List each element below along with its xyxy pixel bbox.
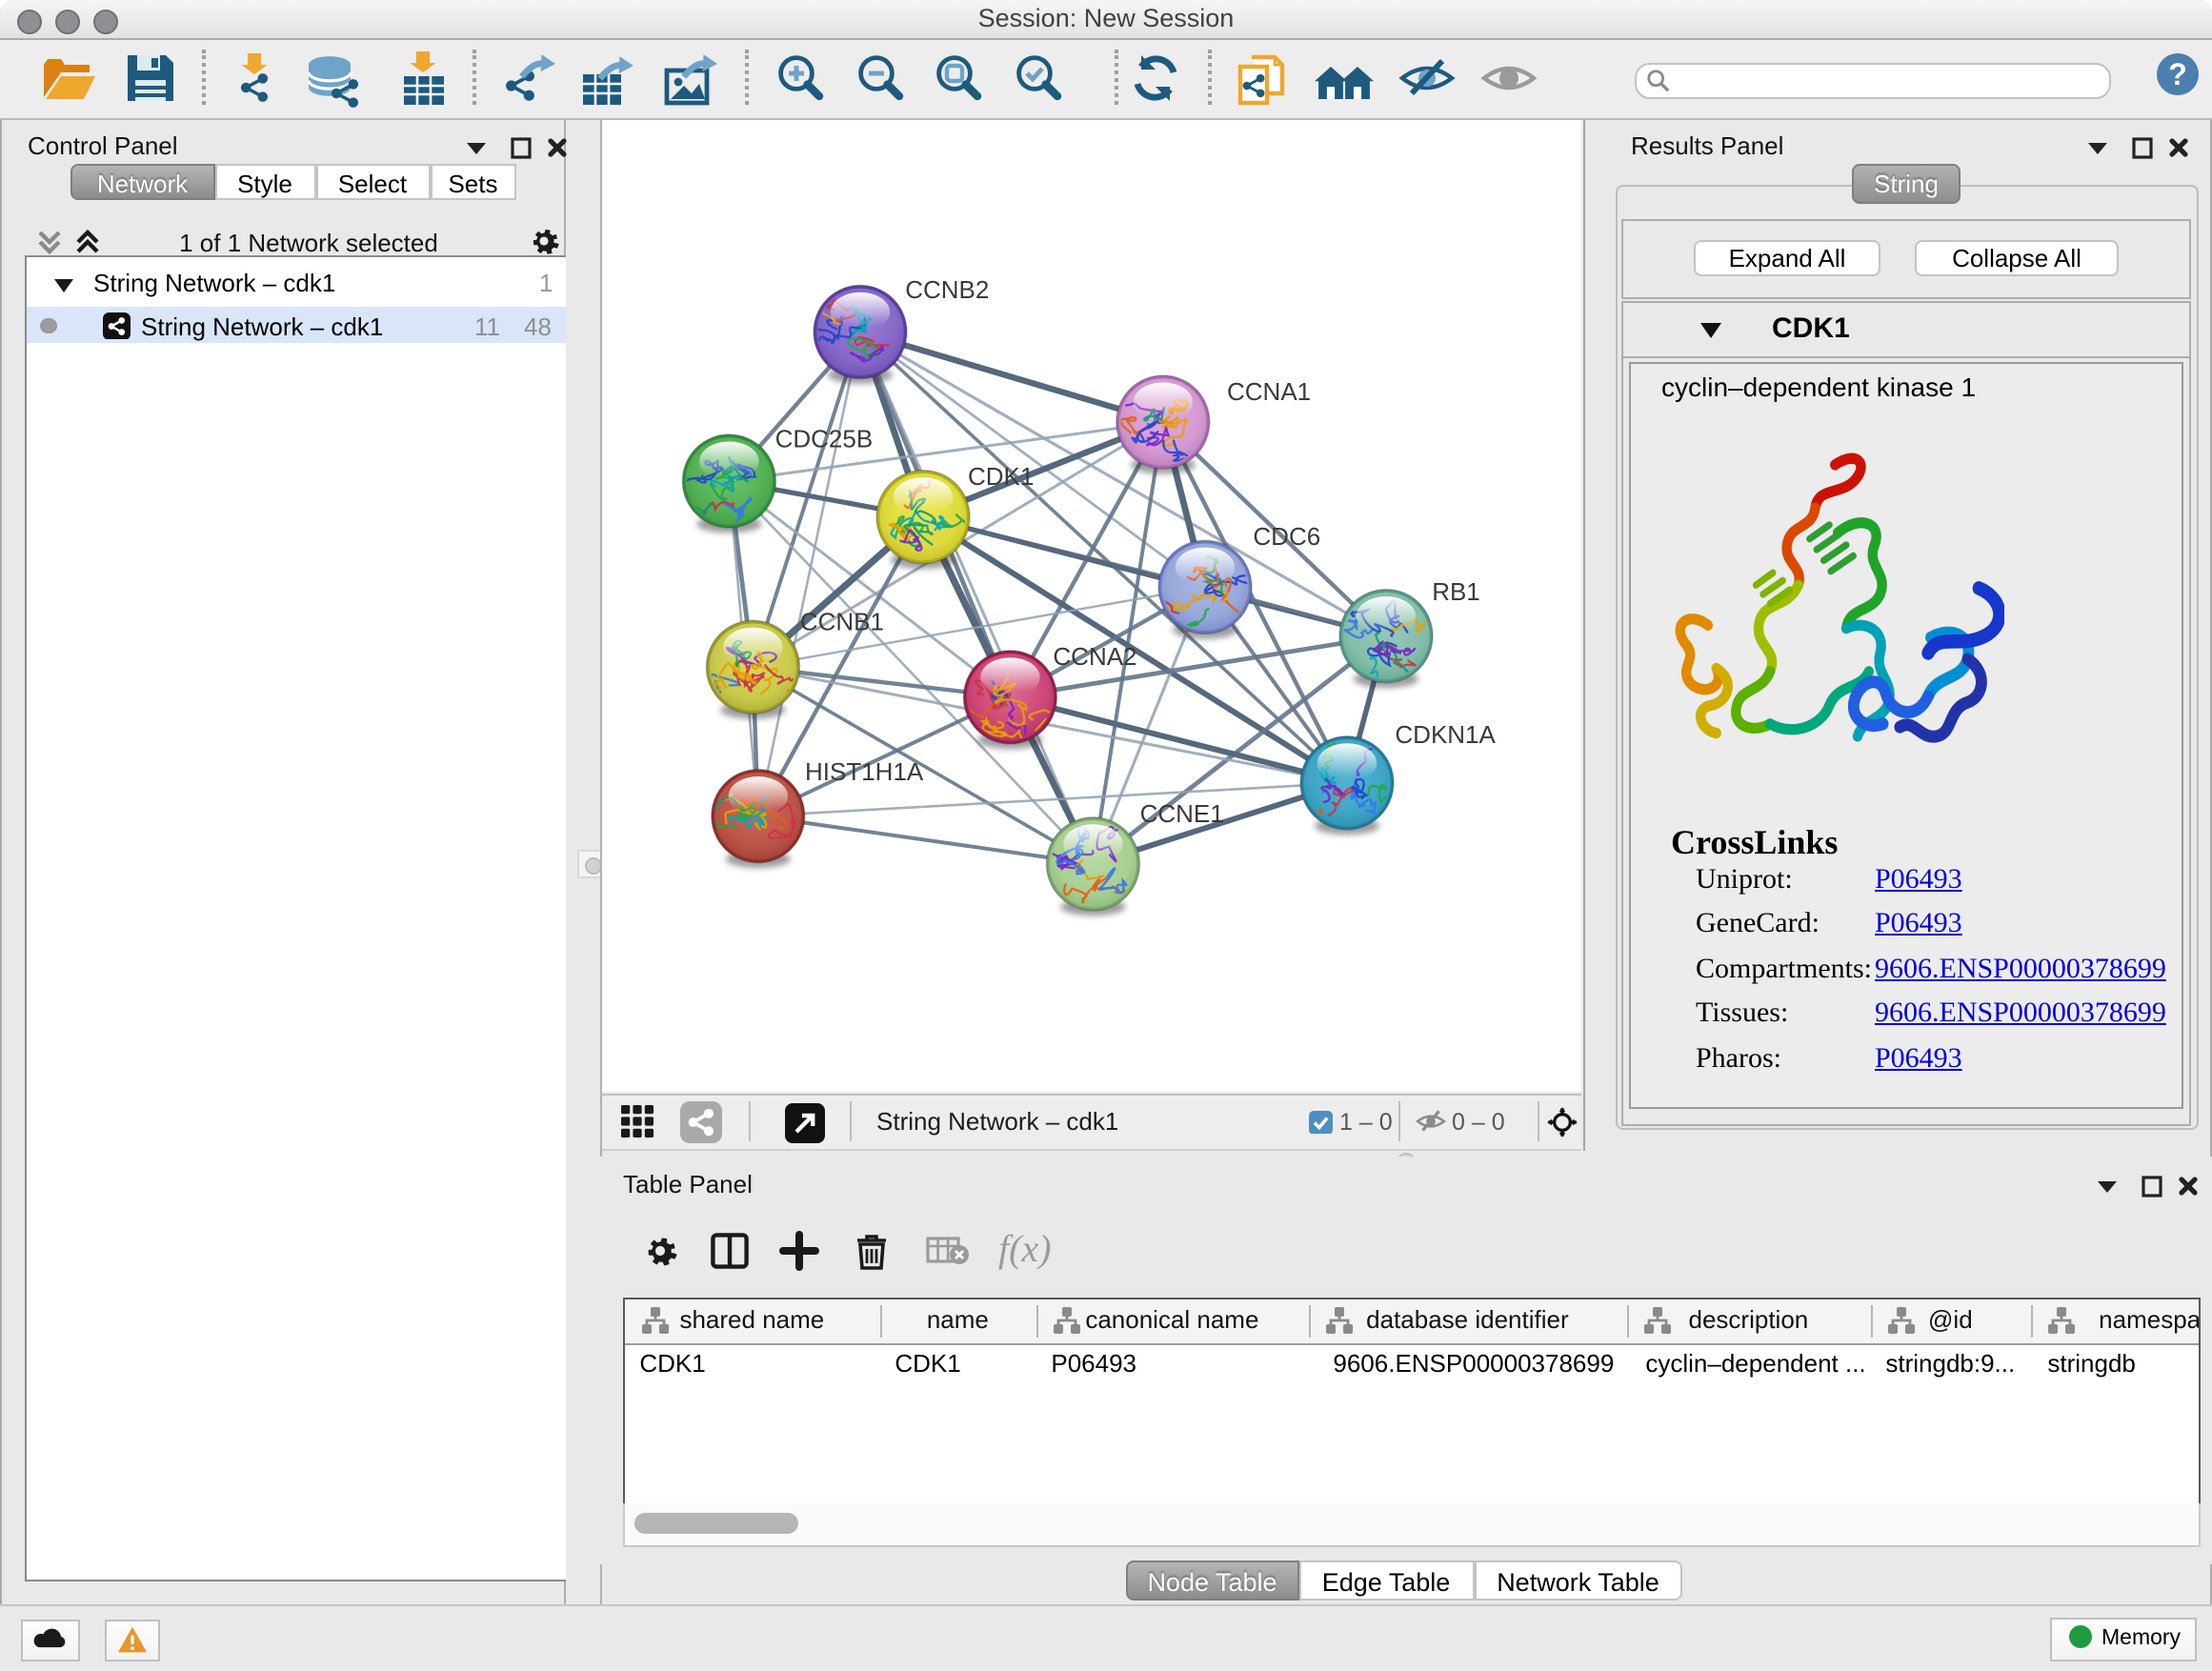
svg-text:CCNA2: CCNA2 <box>1053 642 1136 671</box>
svg-text:CCNB1: CCNB1 <box>800 607 884 635</box>
svg-text:CCNE1: CCNE1 <box>1140 799 1224 828</box>
svg-text:CDC25B: CDC25B <box>775 424 874 453</box>
svg-text:CCNA1: CCNA1 <box>1227 377 1311 406</box>
svg-text:CDK1: CDK1 <box>968 462 1034 491</box>
svg-text:RB1: RB1 <box>1432 577 1480 606</box>
svg-text:CDKN1A: CDKN1A <box>1395 720 1496 749</box>
svg-text:HIST1H1A: HIST1H1A <box>805 757 924 786</box>
svg-text:?: ? <box>2168 57 2187 91</box>
svg-text:CCNB2: CCNB2 <box>905 275 989 304</box>
svg-text:CDC6: CDC6 <box>1253 522 1320 551</box>
